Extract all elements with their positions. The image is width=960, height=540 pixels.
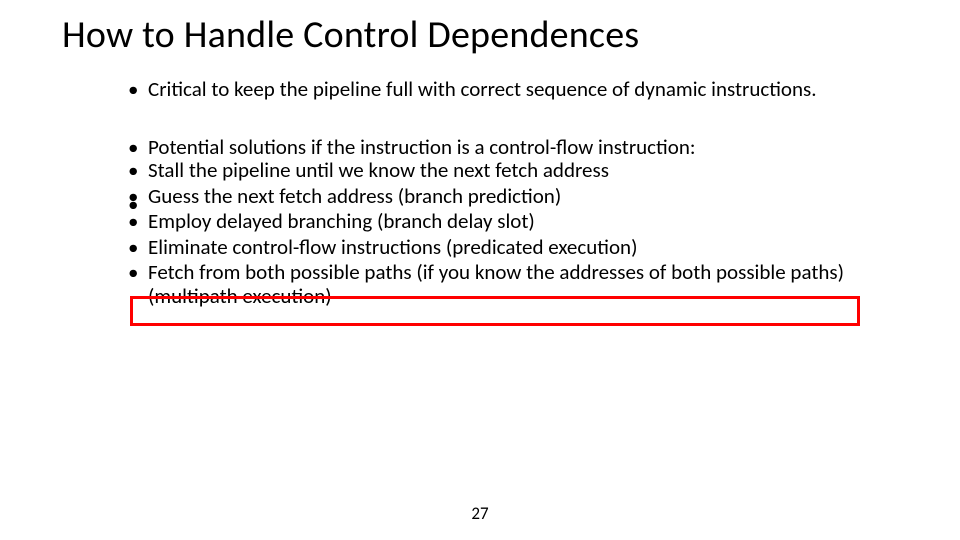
bullet-text: Critical to keep the pipeline full with …: [148, 76, 817, 102]
bullet-item: Potential solutions if the instruction i…: [126, 136, 900, 160]
sub-bullet-item: Eliminate control-flow instructions (pre…: [126, 236, 900, 260]
bullet-text: Potential solutions if the instruction i…: [148, 134, 695, 160]
sub-bullet-item: Employ delayed branching (branch delay s…: [126, 210, 900, 234]
sub-bullet-text: Eliminate control-flow instructions (pre…: [148, 234, 637, 260]
sub-bullet-item: Guess the next fetch address (branch pre…: [126, 185, 900, 209]
bullet-list-level2: Stall the pipeline until we know the nex…: [126, 159, 900, 308]
sub-bullet-text: Employ delayed branching (branch delay s…: [148, 208, 535, 234]
highlight-box: [130, 296, 860, 326]
sub-bullet-text: Guess the next fetch address (branch pre…: [148, 183, 561, 209]
bullet-list-level1: Critical to keep the pipeline full with …: [126, 78, 900, 159]
slide: How to Handle Control Dependences Critic…: [0, 0, 960, 540]
slide-body: Critical to keep the pipeline full with …: [126, 78, 900, 310]
sub-bullet-item: Stall the pipeline until we know the nex…: [126, 159, 900, 183]
slide-title: How to Handle Control Dependences: [62, 16, 639, 56]
sub-bullet-text: Stall the pipeline until we know the nex…: [148, 157, 609, 183]
page-number: 27: [0, 503, 960, 524]
bullet-item: Critical to keep the pipeline full with …: [126, 78, 900, 102]
